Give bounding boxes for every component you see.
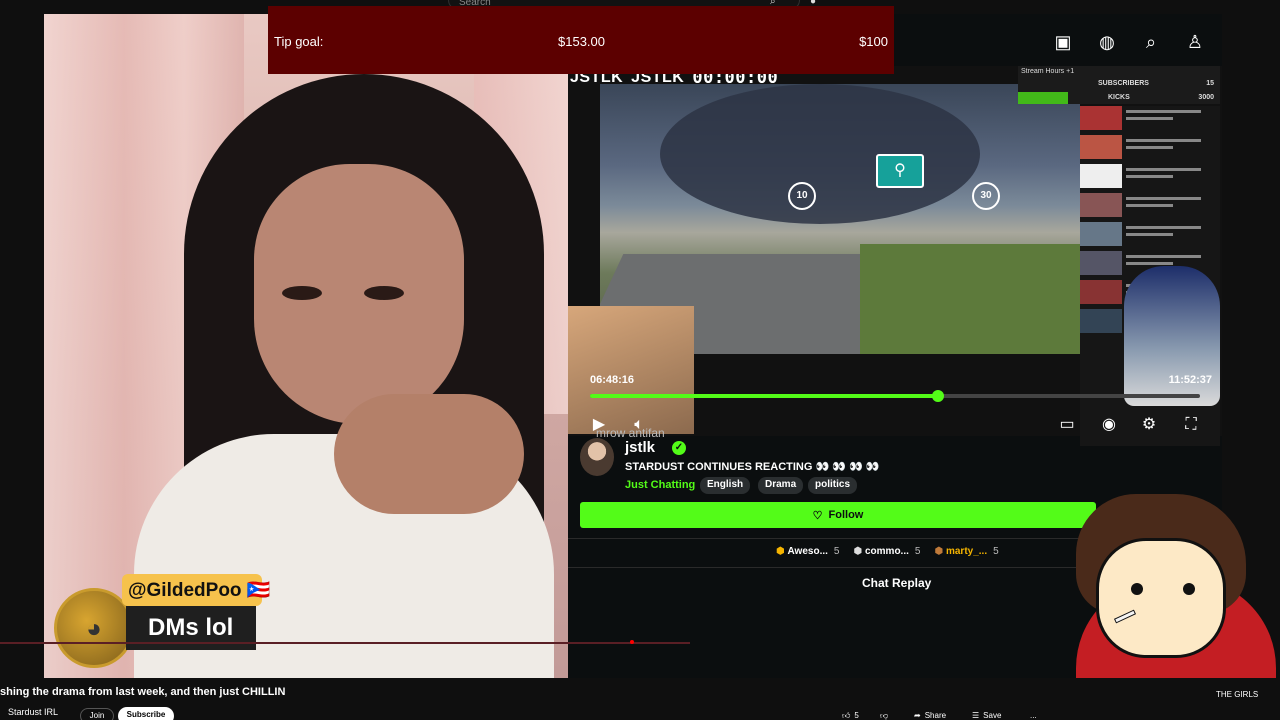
save-icon: ☰	[972, 711, 980, 720]
video-title: shing the drama from last week, and then…	[0, 686, 286, 698]
gifter-item[interactable]: ⬢ marty_... 5	[934, 546, 998, 562]
list-item	[1080, 135, 1220, 161]
dislike-button[interactable]: 👎︎	[880, 708, 888, 720]
stream-stats-overlay: Stream Hours +1 SUBSCRIBERS 15 KICKS 300…	[1018, 66, 1220, 104]
youtube-below-video	[0, 678, 1280, 720]
seek-bar[interactable]	[590, 390, 1200, 402]
play-icon[interactable]: ▶	[588, 414, 610, 436]
list-item	[1080, 164, 1220, 190]
join-button[interactable]: Join	[80, 708, 114, 720]
kick-video-player[interactable]: ⚲ 10 30 JSTLK JSTLK 00:00:00 Stream Hour…	[568, 66, 1222, 446]
subscribers-label: SUBSCRIBERS	[1098, 80, 1149, 87]
tip-goal-current: $153.00	[558, 34, 605, 49]
channel-name[interactable]: Stardust IRL	[8, 707, 58, 717]
save-button[interactable]: ☰ Save	[972, 708, 1001, 720]
seek-bar-fill	[590, 394, 938, 398]
like-button[interactable]: 👍︎ 5	[842, 708, 859, 720]
follow-label: Follow	[828, 509, 864, 521]
clip-icon[interactable]: ◉	[1098, 414, 1120, 436]
kicks-label: KICKS	[1108, 94, 1130, 101]
streamer-eye-left	[282, 286, 322, 300]
gifter-item[interactable]: ⬢ commo... 5	[853, 546, 920, 562]
subscribe-button[interactable]: Subscribe	[118, 707, 174, 720]
related-video-title[interactable]: THE GIRLS	[1216, 690, 1258, 699]
kicks-count: 3000	[1198, 94, 1214, 101]
youtube-watch-page: Search ⌕ ● ▣ ◍ ⌕ ♙ ⚲ 10 30 JSTLK JSTLK 0…	[0, 0, 1280, 720]
follow-button[interactable]: ♡ Follow	[580, 502, 1096, 528]
volume-icon[interactable]: 🔈︎	[628, 414, 650, 436]
streamer-eye-right	[364, 286, 404, 300]
settings-icon[interactable]: ⚙	[1138, 414, 1160, 436]
skip-forward-button[interactable]: 30	[972, 182, 1000, 210]
subscribers-count: 15	[1206, 80, 1214, 87]
tag-english[interactable]: English	[700, 477, 751, 494]
skip-back-button[interactable]: 10	[788, 182, 816, 210]
share-icon: ➦	[914, 711, 921, 720]
youtube-seek-bar[interactable]	[0, 642, 690, 644]
chatter-username: @GildedPoo 🇵🇷	[122, 574, 270, 606]
kick-top-icons: ▣ ◍ ⌕ ♙	[1048, 32, 1218, 56]
tip-goal-label: Tip goal:	[274, 34, 324, 49]
mascot-eye	[1183, 583, 1195, 595]
mascot-face	[1096, 538, 1226, 658]
stream-hours-label: Stream Hours +1	[1021, 68, 1075, 75]
grass	[860, 244, 1080, 354]
stream-title: STARDUST CONTINUES REACTING 👀 👀 👀 👀	[625, 461, 880, 473]
tip-goal-bar: Tip goal: $153.00 $100	[268, 6, 894, 74]
list-item	[1080, 222, 1220, 248]
search-icon[interactable]: ⌕	[1140, 32, 1162, 56]
globe-icon[interactable]: ◍	[1096, 32, 1118, 56]
theater-mode-icon[interactable]: ▭	[1056, 414, 1078, 436]
tag-drama[interactable]: Drama	[758, 477, 804, 494]
video-icon[interactable]: ▣	[1052, 32, 1074, 56]
chat-replay-heading: Chat Replay	[862, 576, 932, 590]
user-icon[interactable]: ♙	[1184, 32, 1206, 56]
list-item	[1080, 106, 1220, 132]
youtube-seek-handle[interactable]	[630, 640, 634, 644]
channel-avatar[interactable]	[580, 438, 614, 476]
share-button[interactable]: ➦ Share	[914, 708, 946, 720]
time-total: 11:52:37	[1168, 374, 1212, 386]
verified-icon: ✓	[672, 441, 686, 455]
smoke-cloud	[660, 84, 980, 224]
bike-lane-sign: ⚲	[876, 154, 924, 188]
list-item	[1080, 193, 1220, 219]
heart-icon: ♡	[812, 509, 823, 522]
fullscreen-icon[interactable]: ⛶	[1180, 414, 1202, 436]
thumbs-down-icon: 👎︎	[880, 711, 889, 720]
seek-bar-handle[interactable]	[931, 390, 944, 402]
more-actions-button[interactable]: ...	[1030, 708, 1037, 720]
stats-progress-fill	[1018, 92, 1068, 104]
channel-name[interactable]: jstlk	[625, 439, 655, 456]
mascot-eye	[1131, 583, 1143, 595]
video-player[interactable]: ▣ ◍ ⌕ ♙ ⚲ 10 30 JSTLK JSTLK 00:00:00 Str…	[44, 14, 1222, 678]
time-elapsed: 06:48:16	[590, 374, 635, 386]
gifter-item[interactable]: ⬢ Aweso... 5	[776, 546, 839, 562]
tip-goal-target: $100	[859, 34, 888, 49]
streamer-hand	[334, 394, 524, 514]
tag-politics[interactable]: politics	[808, 477, 858, 494]
category-link[interactable]: Just Chatting	[625, 479, 695, 491]
thumbs-up-icon: 👍︎	[842, 711, 851, 720]
